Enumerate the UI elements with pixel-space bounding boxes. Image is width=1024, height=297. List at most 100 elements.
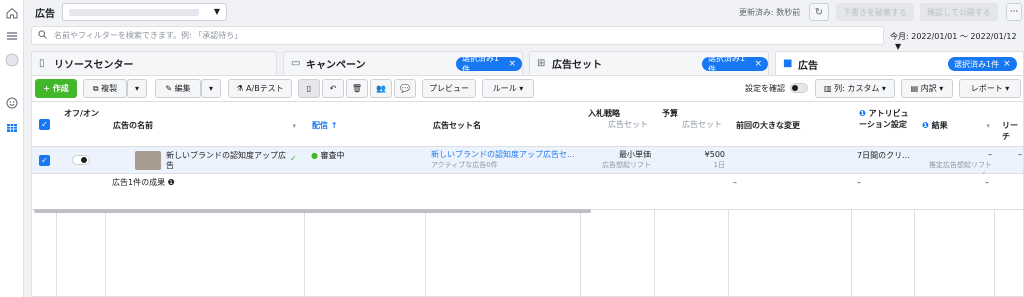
search-bar	[31, 26, 884, 45]
more-options-button[interactable]: ···	[1006, 3, 1022, 21]
audience-button[interactable]: 👥	[370, 79, 392, 98]
header-onoff[interactable]: オフ/オン	[59, 102, 105, 147]
menu-icon[interactable]	[4, 28, 20, 44]
account-selector[interactable]: ▼	[62, 3, 227, 21]
header-bid-strategy[interactable]: 入札戦略 広告セット	[583, 102, 653, 147]
table-row[interactable]: ✓ 新しいブランドの認知度アップ広告 ✓ ● 審査中 新しいブランドの認知度アッ…	[32, 147, 1023, 179]
flask-icon: ⚗	[236, 84, 247, 93]
toolbar: + 作成 ⧉ 複製 ▾ ✎ 編集 ▾ ⚗ A/Bテスト ▯ ↶ 🗑 👥 💬 プレ…	[31, 75, 1024, 101]
toggle-knob	[81, 157, 87, 163]
rules-button[interactable]: ルール ▾	[482, 79, 534, 98]
review-publish-button[interactable]: 確認して公開する	[920, 3, 998, 21]
info-icon: ❶	[922, 121, 929, 130]
date-range-text: 今月: 2022/01/01 ～ 2022/01/12	[890, 32, 1017, 41]
ab-test-button[interactable]: ⚗ A/Bテスト	[228, 79, 292, 98]
duplicate-icon: ⧉	[92, 83, 102, 93]
discard-draft-button[interactable]: 下書きを破棄する	[836, 3, 914, 21]
search-icon	[38, 30, 47, 42]
breakdown-icon: ▤	[910, 84, 921, 93]
pencil-icon: ✎	[165, 84, 175, 93]
account-name-redacted	[69, 9, 199, 16]
reports-label: レポート	[970, 84, 1003, 93]
attribution-value: 7日間のクリ...	[857, 151, 910, 160]
edit-dropdown[interactable]: ▾	[201, 79, 221, 98]
reports-button[interactable]: レポート ▾	[959, 79, 1021, 98]
updated-status: 更新済み: 数秒前	[739, 8, 801, 17]
row-checkbox[interactable]: ✓	[39, 155, 50, 166]
home-icon[interactable]	[4, 5, 20, 21]
chevron-down-icon: ▾	[879, 84, 886, 93]
tab-adsets[interactable]: ⊞ 広告セット 選択済み1件 ×	[529, 51, 769, 75]
budget-value: ¥500	[704, 150, 725, 159]
chevron-down-icon: ▾	[208, 84, 213, 93]
bid-strategy-sub: 広告想起リフト	[602, 161, 651, 169]
chip-label: 選択済み1件	[954, 59, 1000, 69]
adset-grid-icon: ⊞	[537, 58, 546, 69]
comment-button[interactable]: 💬	[394, 79, 416, 98]
ad-name[interactable]: 新しいブランドの認知度アップ広告	[166, 151, 291, 171]
chevron-down-icon: ▼	[213, 7, 220, 16]
horizontal-scrollbar[interactable]	[34, 209, 591, 213]
summary-text: 広告1件の成果	[112, 178, 166, 187]
refresh-button[interactable]: ↻	[809, 3, 829, 21]
header-label: 予算	[662, 109, 678, 118]
people-icon: 👥	[376, 84, 386, 93]
trash-archive-button[interactable]: ▯	[298, 79, 320, 98]
check-settings-label: 設定を確認	[745, 84, 785, 93]
account-avatar-icon[interactable]	[4, 52, 20, 68]
adset-name-link[interactable]: 新しいブランドの認知度アップ広告セ...	[431, 150, 578, 160]
duplicate-button[interactable]: ⧉ 複製	[83, 79, 127, 98]
info-icon: ❶	[167, 178, 175, 187]
rules-label: ルール	[492, 84, 517, 93]
tab-resource-center[interactable]: ▯ リソースセンター	[31, 51, 277, 75]
check-settings-toggle[interactable]	[790, 83, 808, 93]
ad-thumbnail	[135, 151, 161, 170]
duplicate-dropdown[interactable]: ▾	[127, 79, 147, 98]
header-sublabel: 広告セット	[608, 120, 648, 129]
tab-label: リソースセンター	[54, 60, 134, 71]
select-all-checkbox[interactable]: ✓	[39, 119, 50, 130]
selected-chip[interactable]: 選択済み1件 ×	[456, 54, 522, 74]
date-range-picker[interactable]: 今月: 2022/01/01 ～ 2022/01/12 ▼	[890, 31, 1024, 51]
header-budget[interactable]: 予算 広告セット	[657, 102, 727, 147]
status-dot-icon: ●	[311, 151, 318, 160]
header-label: アトリビュ ーション設定	[859, 109, 909, 129]
toggle-knob	[792, 85, 798, 91]
selected-chip[interactable]: 選択済み1件 ×	[702, 54, 768, 74]
tab-ads[interactable]: ■ 広告 選択済み1件 ×	[775, 51, 1024, 76]
trash-icon: 🗑	[351, 84, 363, 93]
chevron-down-icon: ▾	[134, 84, 139, 93]
tab-campaigns[interactable]: ▭ キャンペーン 選択済み1件 ×	[283, 51, 523, 75]
preview-button[interactable]: プレビュー	[422, 79, 476, 98]
close-icon[interactable]: ×	[754, 59, 762, 69]
close-icon[interactable]: ×	[1003, 59, 1011, 69]
delivery-status: ● 審査中	[311, 151, 345, 161]
adset-sub: アクティブな広告0件	[431, 161, 498, 169]
emoji-icon[interactable]	[4, 95, 20, 111]
archive-icon: ▯	[306, 84, 312, 93]
left-nav	[0, 0, 24, 297]
create-button[interactable]: + 作成	[35, 79, 77, 98]
duplicate-label: 複製	[101, 84, 118, 93]
columns-button[interactable]: ▥ 列: カスタム ▾	[815, 79, 895, 98]
table-header: ✓ オフ/オン 広告の名前 ▾ 配信 ↑ 広告セット名 入札戦略 広告セット 予算広…	[32, 102, 1023, 147]
delete-button[interactable]: 🗑	[346, 79, 368, 98]
header-attribution[interactable]: ❶ アトリビュ ーション設定	[854, 102, 914, 147]
ad-icon: ■	[783, 58, 793, 69]
edit-button[interactable]: ✎ 編集	[155, 79, 201, 98]
close-icon[interactable]: ×	[508, 59, 516, 69]
search-input[interactable]	[54, 29, 854, 42]
header-label: 結果	[931, 121, 948, 130]
undo-button[interactable]: ↶	[322, 79, 344, 98]
check-icon: ✓	[290, 154, 297, 163]
chevron-down-icon: ▾	[1002, 84, 1010, 93]
summary-results: –	[857, 178, 861, 187]
ad-onoff-toggle[interactable]	[72, 155, 90, 165]
reach-value: –	[1018, 150, 1022, 159]
tab-label: キャンペーン	[306, 60, 366, 71]
table-icon[interactable]	[4, 120, 20, 136]
sort-icon: ▾	[292, 122, 296, 130]
breakdown-button[interactable]: ▤ 内訳 ▾	[901, 79, 953, 98]
selected-chip[interactable]: 選択済み1件 ×	[948, 57, 1017, 71]
chevron-down-icon: ▼	[895, 42, 902, 51]
